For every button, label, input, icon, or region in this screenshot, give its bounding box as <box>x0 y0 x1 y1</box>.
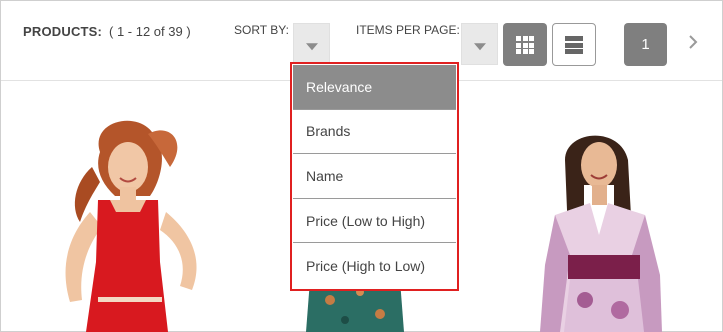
sort-by-options-list: Relevance Brands Name Price (Low to High… <box>290 62 459 291</box>
sort-by-label: SORT BY: <box>234 23 289 37</box>
red-dress-illustration <box>65 120 197 332</box>
sort-option-name[interactable]: Name <box>293 154 456 199</box>
list-view-icon <box>565 36 583 54</box>
sort-option-relevance[interactable]: Relevance <box>293 65 456 110</box>
sort-option-brands[interactable]: Brands <box>293 109 456 155</box>
sort-by-dropdown-toggle[interactable] <box>293 23 330 65</box>
list-view-button[interactable] <box>552 23 596 66</box>
grid-view-icon <box>516 36 534 54</box>
sort-option-price-high-low[interactable]: Price (High to Low) <box>293 243 456 288</box>
items-per-page-label: ITEMS PER PAGE: <box>356 23 460 37</box>
chevron-down-icon <box>305 43 318 51</box>
product-image-red-dress[interactable] <box>20 112 230 332</box>
products-range: ( 1 - 12 of 39 ) <box>109 24 191 39</box>
products-count-label: PRODUCTS: <box>23 24 103 39</box>
pagination-current-page[interactable]: 1 <box>624 23 667 66</box>
sort-option-price-low-high[interactable]: Price (Low to High) <box>293 198 456 244</box>
product-image-purple-dress[interactable] <box>510 125 690 332</box>
chevron-down-icon <box>473 43 486 51</box>
grid-view-button[interactable] <box>503 23 547 66</box>
purple-dress-illustration <box>540 135 662 332</box>
items-per-page-dropdown-toggle[interactable] <box>461 23 498 65</box>
chevron-right-icon[interactable] <box>688 35 698 49</box>
